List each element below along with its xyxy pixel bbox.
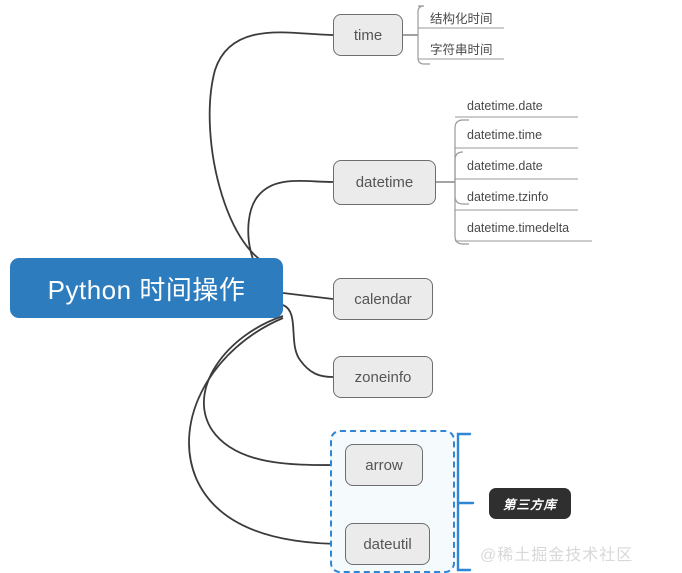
node-time-label: time bbox=[353, 26, 383, 44]
third-party-badge-label: 第三方库 bbox=[503, 498, 558, 512]
node-calendar[interactable]: calendar bbox=[333, 278, 433, 320]
node-dateutil-label: dateutil bbox=[363, 535, 412, 553]
node-arrow-label: arrow bbox=[365, 456, 403, 474]
leaf-datetime-time[interactable]: datetime.time bbox=[467, 128, 542, 145]
edge-root-to-calendar bbox=[282, 292, 334, 300]
node-zoneinfo[interactable]: zoneinfo bbox=[333, 356, 433, 398]
bracket-third-party-group bbox=[456, 432, 472, 572]
leaf-datetime-timedelta[interactable]: datetime.timedelta bbox=[467, 221, 569, 238]
node-calendar-label: calendar bbox=[354, 290, 412, 308]
edge-root-to-dateutil bbox=[188, 317, 346, 545]
leaf-time-structured-time[interactable]: 结构化时间 bbox=[430, 8, 493, 30]
edge-root-to-arrow bbox=[202, 315, 346, 466]
node-datetime-label: datetime bbox=[355, 174, 414, 191]
edge-root-to-time bbox=[208, 31, 334, 269]
third-party-badge[interactable]: 第三方库 bbox=[489, 488, 572, 519]
root-node-label: Python 时间操作 bbox=[47, 274, 246, 305]
node-arrow[interactable]: arrow bbox=[345, 444, 423, 486]
edge-root-to-zoneinfo bbox=[282, 304, 334, 378]
node-dateutil[interactable]: dateutil bbox=[345, 523, 430, 565]
leaf-datetime-date[interactable]: datetime.date bbox=[467, 99, 543, 116]
node-zoneinfo-label: zoneinfo bbox=[354, 368, 412, 386]
node-datetime[interactable]: datetime bbox=[333, 160, 436, 205]
leaf-datetime-date-2[interactable]: datetime.date bbox=[467, 159, 543, 176]
leaf-time-string-time[interactable]: 字符串时间 bbox=[430, 39, 493, 61]
node-time[interactable]: time bbox=[333, 14, 403, 56]
watermark: @稀土掘金技术社区 bbox=[480, 547, 634, 564]
mindmap-canvas: Python 时间操作 time datetime calendar zonei… bbox=[0, 0, 682, 573]
root-node[interactable]: Python 时间操作 bbox=[10, 258, 283, 318]
leaf-datetime-tzinfo[interactable]: datetime.tzinfo bbox=[467, 190, 548, 207]
bracket-time-children bbox=[417, 5, 430, 65]
